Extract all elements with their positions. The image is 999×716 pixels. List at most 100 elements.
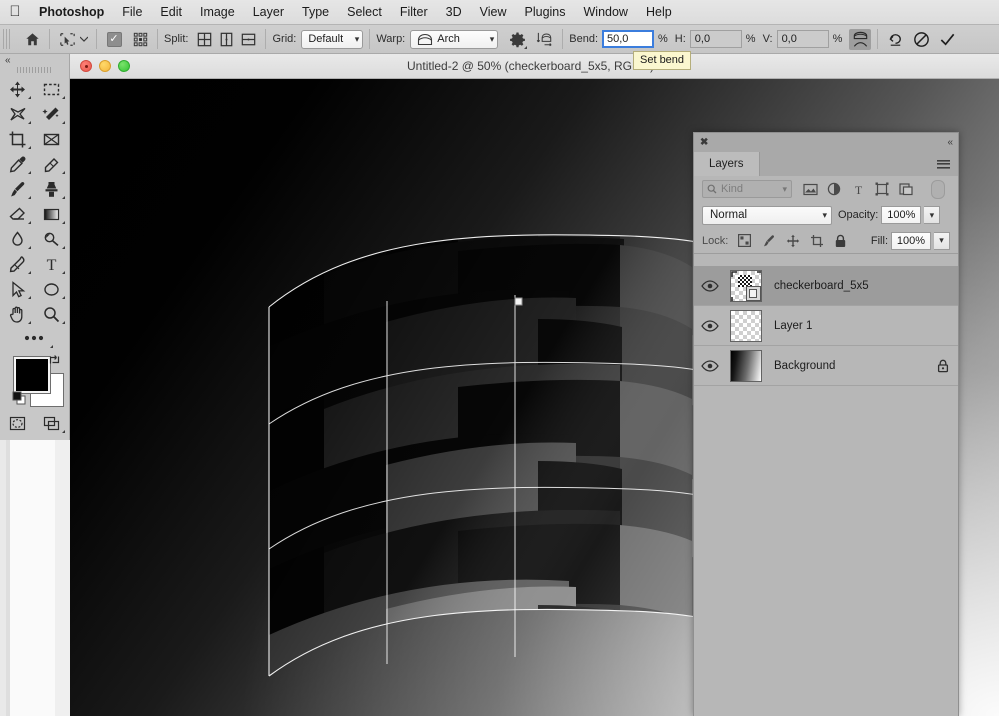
- opacity-input[interactable]: 100%: [881, 206, 922, 224]
- brush-tool[interactable]: [0, 177, 34, 202]
- hand-tool[interactable]: [0, 302, 34, 327]
- eye-icon[interactable]: [694, 319, 726, 332]
- toggle-warp-icon[interactable]: [849, 28, 872, 50]
- filter-toggle-pill[interactable]: [926, 179, 950, 199]
- eye-icon[interactable]: [694, 359, 726, 372]
- menu-3d[interactable]: 3D: [437, 0, 471, 25]
- lock-image-pixels-icon[interactable]: [759, 231, 778, 250]
- home-icon[interactable]: [21, 29, 43, 50]
- change-warp-orientation-icon[interactable]: [534, 29, 556, 50]
- document-title-bar[interactable]: Untitled-2 @ 50% (checkerboard_5x5, RGB/…: [70, 54, 999, 79]
- swap-colors-icon[interactable]: [48, 353, 61, 369]
- screen-mode-icon[interactable]: [34, 411, 68, 436]
- lasso-tool[interactable]: [0, 102, 34, 127]
- pen-tool[interactable]: [0, 252, 34, 277]
- show-transform-controls-checkbox[interactable]: ✓: [103, 29, 125, 50]
- menu-help[interactable]: Help: [637, 0, 681, 25]
- dodge-tool[interactable]: [34, 227, 68, 252]
- menu-plugins[interactable]: Plugins: [516, 0, 575, 25]
- layer-name[interactable]: checkerboard_5x5: [766, 280, 928, 292]
- horizontal-distortion-input[interactable]: 0,0: [689, 30, 742, 48]
- filter-smart-object-icon[interactable]: [894, 179, 918, 199]
- transparent-checker-thumbnail[interactable]: [726, 309, 766, 342]
- menu-edit[interactable]: Edit: [151, 0, 191, 25]
- eyedropper-tool[interactable]: [0, 152, 34, 177]
- lock-position-icon[interactable]: [783, 231, 802, 250]
- options-bar-grip[interactable]: [3, 29, 10, 49]
- gradient-tool[interactable]: [34, 202, 68, 227]
- filter-shape-icon[interactable]: [870, 179, 894, 199]
- split-vertical-icon[interactable]: [215, 29, 237, 50]
- lock-all-icon[interactable]: [831, 231, 850, 250]
- path-selection-tool[interactable]: [0, 277, 34, 302]
- filter-pixel-icon[interactable]: [798, 179, 822, 199]
- gear-icon[interactable]: [506, 29, 528, 50]
- quick-mask-icon[interactable]: [0, 411, 34, 436]
- panel-menu-icon[interactable]: [929, 152, 958, 176]
- layers-panel-titlebar[interactable]: ✖ «: [694, 133, 958, 152]
- default-colors-icon[interactable]: [12, 391, 26, 408]
- move-tool[interactable]: [0, 77, 34, 102]
- filter-type-icon[interactable]: T: [846, 179, 870, 199]
- collapse-to-icons-icon[interactable]: «: [947, 137, 952, 148]
- rectangular-marquee-tool[interactable]: [34, 77, 68, 102]
- lock-artboard-nesting-icon[interactable]: [807, 231, 826, 250]
- table-row[interactable]: checkerboard_5x5: [694, 266, 958, 306]
- cancel-icon[interactable]: [910, 29, 932, 50]
- layer-filter-kind-select[interactable]: Kind ▾: [702, 180, 792, 198]
- reset-icon[interactable]: [884, 29, 906, 50]
- menu-layer[interactable]: Layer: [244, 0, 293, 25]
- type-tool[interactable]: T: [34, 252, 68, 277]
- zoom-tool[interactable]: [34, 302, 68, 327]
- gradient-thumbnail[interactable]: [726, 349, 766, 382]
- healing-brush-tool[interactable]: [34, 152, 68, 177]
- frame-tool[interactable]: [34, 127, 68, 152]
- menu-file[interactable]: File: [113, 0, 151, 25]
- fill-chevron-down-icon[interactable]: ▾: [934, 231, 950, 250]
- blend-mode-select[interactable]: Normal ▾: [702, 205, 832, 225]
- menu-window[interactable]: Window: [575, 0, 637, 25]
- close-button[interactable]: [80, 60, 92, 72]
- commit-checkmark-icon[interactable]: [936, 29, 958, 50]
- apple-logo-icon[interactable]: : [0, 4, 30, 21]
- warp-control-handle-top-center[interactable]: [514, 297, 523, 306]
- bend-input[interactable]: 50,0: [602, 30, 654, 48]
- split-crosswise-icon[interactable]: [193, 29, 215, 50]
- ellipse-tool[interactable]: [34, 277, 68, 302]
- eye-icon[interactable]: [694, 279, 726, 292]
- opacity-chevron-down-icon[interactable]: ▾: [924, 206, 941, 224]
- reference-point-icon[interactable]: [129, 29, 151, 50]
- edit-toolbar-ellipsis-icon[interactable]: [0, 327, 69, 349]
- layer-list[interactable]: checkerboard_5x5 Layer 1 Background: [694, 266, 958, 716]
- filter-adjustment-icon[interactable]: [822, 179, 846, 199]
- menu-view[interactable]: View: [471, 0, 516, 25]
- minimize-button[interactable]: [99, 60, 111, 72]
- vertical-distortion-input[interactable]: 0,0: [776, 30, 829, 48]
- zoom-button[interactable]: [118, 60, 130, 72]
- table-row[interactable]: Background: [694, 346, 958, 386]
- quick-selection-tool[interactable]: [34, 102, 68, 127]
- split-horizontal-icon[interactable]: [237, 29, 259, 50]
- layer-name[interactable]: Layer 1: [766, 320, 928, 332]
- warp-tool-preset-icon[interactable]: [56, 29, 78, 50]
- table-row[interactable]: Layer 1: [694, 306, 958, 346]
- tool-preset-chevron-down-icon[interactable]: [78, 36, 90, 42]
- clone-stamp-tool[interactable]: [34, 177, 68, 202]
- close-icon[interactable]: ✖: [700, 137, 708, 148]
- tab-layers[interactable]: Layers: [694, 152, 760, 176]
- collapse-panel-icon[interactable]: «: [5, 55, 10, 66]
- menu-filter[interactable]: Filter: [391, 0, 437, 25]
- grid-select[interactable]: Default ▾: [301, 29, 364, 49]
- blur-tool[interactable]: [0, 227, 34, 252]
- layer-name[interactable]: Background: [766, 360, 928, 372]
- fill-input[interactable]: 100%: [891, 231, 931, 250]
- menu-photoshop[interactable]: Photoshop: [30, 0, 113, 25]
- tools-panel-grip[interactable]: [16, 67, 53, 73]
- eraser-tool[interactable]: [0, 202, 34, 227]
- lock-transparent-pixels-icon[interactable]: [735, 231, 754, 250]
- menu-select[interactable]: Select: [338, 0, 391, 25]
- crop-tool[interactable]: [0, 127, 34, 152]
- warp-style-select[interactable]: Arch ▾: [410, 29, 499, 49]
- menu-image[interactable]: Image: [191, 0, 244, 25]
- foreground-color-swatch[interactable]: [14, 357, 50, 393]
